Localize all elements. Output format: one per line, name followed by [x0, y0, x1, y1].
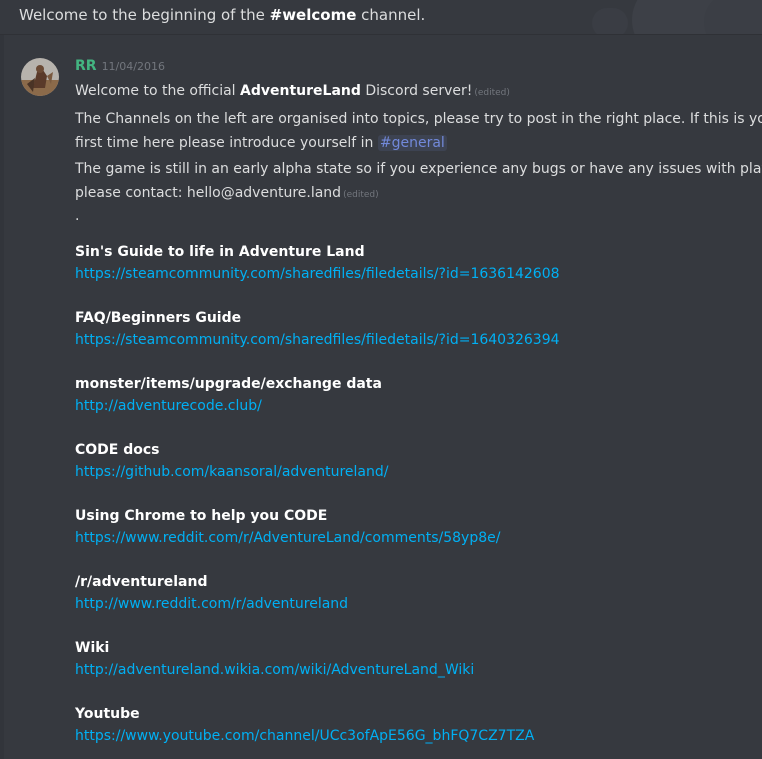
section-title: monster/items/upgrade/exchange data [75, 376, 382, 392]
avatar-image-icon [21, 58, 59, 96]
section-title: Wiki [75, 640, 110, 656]
section-link[interactable]: https://steamcommunity.com/sharedfiles/f… [75, 329, 755, 351]
section-link[interactable]: https://www.reddit.com/r/AdventureLand/c… [75, 527, 755, 549]
message-line: please contact: hello@adventure.land (edi… [75, 181, 755, 207]
divider [0, 34, 762, 35]
link-section: FAQ/Beginners Guide https://steamcommunit… [75, 307, 755, 351]
link-section: Using Chrome to help you CODE https://www… [75, 505, 755, 549]
timestamp: 11/04/2016 [101, 60, 165, 73]
link-section: monster/items/upgrade/exchange data http:… [75, 373, 755, 417]
message-line: first time here please introduce yoursel… [75, 131, 755, 155]
link-section: /r/adventureland http://www.reddit.com/r/… [75, 571, 755, 615]
intro-decoration [592, 0, 762, 34]
edited-label: (edited) [343, 190, 379, 200]
intro-prefix: Welcome to the beginning of the [19, 6, 270, 24]
link-section: CODE docs https://github.com/kaansoral/ad… [75, 439, 755, 483]
section-title: Sin's Guide to life in Adventure Land [75, 244, 365, 260]
link-section: Sin's Guide to life in Adventure Land htt… [75, 241, 755, 285]
section-link[interactable]: https://www.youtube.com/channel/UCc3ofAp… [75, 725, 755, 747]
section-title: CODE docs [75, 442, 160, 458]
message-line: Welcome to the official AdventureLand Di… [75, 79, 755, 105]
message-header: RR 11/04/2016 [75, 55, 755, 81]
link-section: Wiki http://adventureland.wikia.com/wiki/… [75, 637, 755, 681]
section-link[interactable]: http://www.reddit.com/r/adventureland [75, 593, 755, 615]
bold-text: AdventureLand [240, 83, 361, 99]
text: please contact: hello@adventure.land [75, 185, 342, 201]
message-dot: . [75, 208, 80, 224]
left-gutter [0, 35, 4, 759]
text: first time here please introduce yoursel… [75, 135, 378, 151]
message-line: The Channels on the left are organised i… [75, 111, 762, 127]
section-title: Using Chrome to help you CODE [75, 508, 328, 524]
author-name[interactable]: RR [75, 58, 97, 74]
message: RR 11/04/2016 Welcome to the official Adv… [75, 55, 762, 747]
avatar[interactable] [21, 58, 59, 96]
section-title: Youtube [75, 706, 140, 722]
message-line: The game is still in an early alpha stat… [75, 161, 762, 177]
section-link[interactable]: https://steamcommunity.com/sharedfiles/f… [75, 263, 755, 285]
text: Welcome to the official [75, 83, 241, 99]
intro-channel-name: #welcome [269, 6, 357, 24]
intro-suffix: channel. [356, 6, 426, 24]
section-title: FAQ/Beginners Guide [75, 310, 242, 326]
text: Discord server! [360, 83, 473, 99]
channel-mention[interactable]: #general [377, 135, 447, 151]
section-link[interactable]: https://github.com/kaansoral/adventurela… [75, 461, 755, 483]
edited-label: (edited) [474, 88, 510, 98]
section-title: /r/adventureland [75, 574, 208, 590]
link-section: Youtube https://www.youtube.com/channel/U… [75, 703, 755, 747]
section-link[interactable]: http://adventurecode.club/ [75, 395, 755, 417]
section-link[interactable]: http://adventureland.wikia.com/wiki/Adve… [75, 659, 755, 681]
